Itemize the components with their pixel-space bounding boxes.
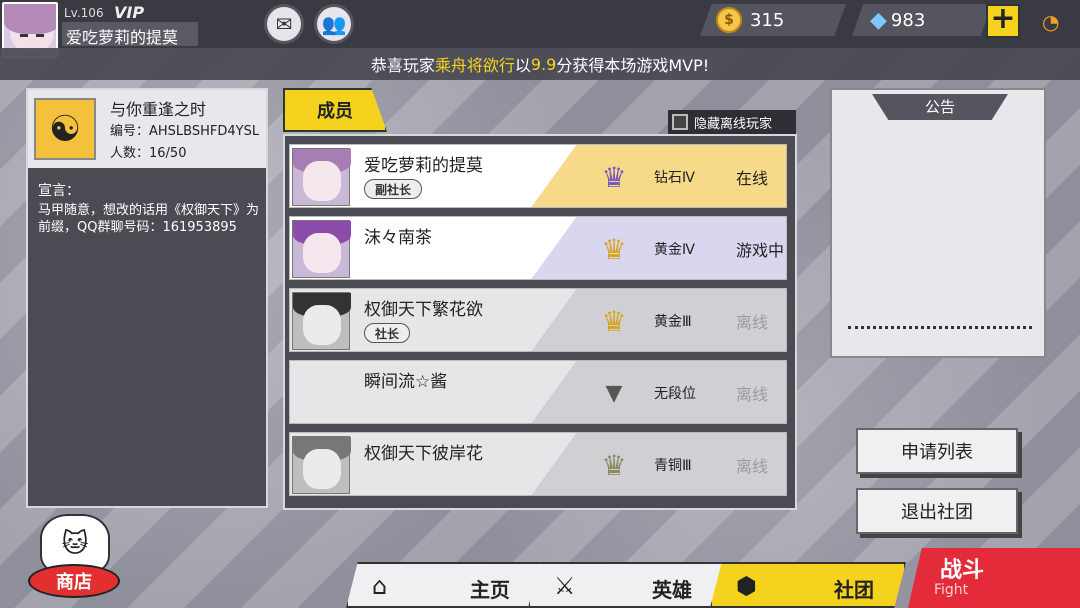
- member-row[interactable]: 瞬间流☆酱 ▼ 无段位 离线: [289, 360, 787, 424]
- member-role-badge: 副社长: [364, 179, 423, 199]
- no-rank-icon: ▼: [605, 380, 623, 406]
- member-name: 瞬间流☆酱: [364, 372, 448, 392]
- declaration-title: 宣言：: [38, 183, 80, 199]
- bronze-rank-icon: ♛: [601, 448, 627, 482]
- member-avatar: [292, 436, 351, 494]
- notice-divider: [848, 326, 1032, 329]
- member-avatar: [292, 292, 351, 350]
- member-rank: 黄金Ⅳ: [654, 242, 695, 258]
- member-status: 离线: [736, 385, 769, 404]
- member-rank: 无段位: [654, 386, 696, 402]
- member-row[interactable]: 沫々南茶 ♛ 黄金Ⅳ 游戏中: [289, 216, 787, 280]
- tab-members[interactable]: 成员: [283, 88, 387, 132]
- member-status: 在线: [736, 169, 769, 188]
- nav-tab-guild[interactable]: ⬢ 社团: [710, 562, 906, 608]
- notice-title: 公告: [872, 94, 1008, 120]
- member-name: 爱吃萝莉的提莫: [364, 156, 483, 176]
- announce-suffix: 分获得本场游戏MVP!: [556, 56, 710, 75]
- member-name: 权御天下彼岸花: [364, 444, 483, 464]
- nav-tab-home[interactable]: ⌂ 主页: [346, 562, 542, 608]
- wifi-icon: ◔: [1042, 10, 1060, 34]
- avatar-eye: [36, 34, 44, 37]
- diamond-icon: ◆: [870, 7, 887, 33]
- avatar-eye: [20, 34, 28, 37]
- announce-player: 乘舟将欲行: [434, 56, 515, 75]
- diamond-counter: ◆ 983: [852, 4, 992, 36]
- fight-button[interactable]: 战斗 Fight: [908, 548, 1080, 608]
- friends-icon: 👥: [321, 12, 347, 36]
- diamond-rank-icon: ♛: [601, 160, 627, 194]
- mvp-announcement: 恭喜玩家 乘舟将欲行 以 9.9 分获得本场游戏MVP!: [0, 48, 1080, 80]
- guild-header: ☯ 与你重逢之时 编号：AHSLBSHFD4YSL 人数：16/50: [28, 90, 266, 168]
- guild-name: 与你重逢之时: [110, 100, 207, 119]
- mail-icon: ✉: [275, 12, 293, 36]
- apply-list-button[interactable]: 申请列表: [856, 428, 1018, 474]
- coin-icon: $: [716, 7, 742, 33]
- member-row[interactable]: 权御天下繁花欲 社长 ♛ 黄金Ⅲ 离线: [289, 288, 787, 352]
- swords-icon: ⚔: [554, 572, 576, 600]
- mail-button[interactable]: ✉: [264, 4, 304, 44]
- vip-badge: VIP: [114, 3, 145, 22]
- diamond-amount: 983: [890, 9, 926, 31]
- member-status: 游戏中: [736, 241, 785, 260]
- shop-button[interactable]: 🐱 商店: [10, 514, 130, 604]
- friends-button[interactable]: 👥: [314, 4, 354, 44]
- guild-emblem-icon: ☯: [34, 98, 96, 160]
- nav-tab-heroes[interactable]: ⚔ 英雄: [528, 562, 724, 608]
- home-icon: ⌂: [372, 572, 388, 600]
- nav-label-heroes: 英雄: [652, 578, 692, 602]
- player-level: Lv.106: [64, 6, 104, 20]
- fight-label-en: Fight: [934, 582, 969, 598]
- guild-id: 编号：AHSLBSHFD4YSL: [110, 124, 260, 139]
- fight-label: 战斗: [940, 558, 985, 583]
- avatar-hair: [4, 4, 56, 34]
- member-status: 离线: [736, 313, 769, 332]
- hide-offline-label: 隐藏离线玩家: [694, 116, 773, 132]
- member-rank: 青铜Ⅲ: [654, 458, 692, 474]
- hide-offline-toggle[interactable]: 隐藏离线玩家: [668, 110, 796, 134]
- member-avatar: [292, 220, 351, 278]
- gold-rank-icon: ♛: [601, 232, 627, 266]
- member-name: 沫々南茶: [364, 228, 432, 248]
- player-name: 爱吃萝莉的提莫: [62, 22, 198, 47]
- members-list[interactable]: 爱吃萝莉的提莫 副社长 ♛ 钻石Ⅳ 在线 沫々南茶 ♛ 黄金Ⅳ 游戏中 权御天下…: [283, 134, 797, 510]
- plus-icon: +: [990, 1, 1016, 36]
- declaration-text: 马甲随意，想改的话用《权御天下》为前缀，QQ群聊号码：161953895: [38, 203, 260, 235]
- guild-info-panel: ☯ 与你重逢之时 编号：AHSLBSHFD4YSL 人数：16/50 宣言： 马…: [26, 88, 268, 508]
- notice-board: 公告: [830, 88, 1046, 358]
- coin-counter: $ 315: [700, 4, 846, 36]
- nav-label-home: 主页: [470, 578, 510, 602]
- member-name: 权御天下繁花欲: [364, 300, 483, 320]
- member-rank: 钻石Ⅳ: [654, 170, 695, 186]
- member-row[interactable]: 爱吃萝莉的提莫 副社长 ♛ 钻石Ⅳ 在线: [289, 144, 787, 208]
- hide-offline-checkbox[interactable]: [672, 114, 688, 130]
- member-role-badge: 社长: [364, 323, 411, 343]
- nav-label-guild: 社团: [834, 578, 874, 602]
- guild-icon: ⬢: [736, 572, 757, 600]
- member-row[interactable]: 权御天下彼岸花 ♛ 青铜Ⅲ 离线: [289, 432, 787, 496]
- gold-rank-icon: ♛: [601, 304, 627, 338]
- coin-amount: 315: [750, 9, 785, 31]
- announce-mid: 以: [514, 56, 531, 75]
- member-rank: 黄金Ⅲ: [654, 314, 692, 330]
- announce-prefix: 恭喜玩家: [370, 56, 435, 75]
- member-avatar: [292, 148, 351, 206]
- guild-member-count: 人数：16/50: [110, 146, 187, 161]
- add-currency-button[interactable]: +: [986, 4, 1020, 38]
- quit-guild-button[interactable]: 退出社团: [856, 488, 1018, 534]
- member-status: 离线: [736, 457, 769, 476]
- announce-score: 9.9: [530, 54, 557, 74]
- shop-label: 商店: [28, 564, 120, 598]
